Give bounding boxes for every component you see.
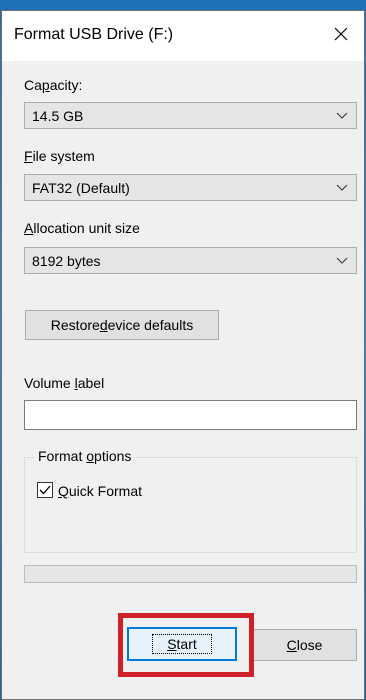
capacity-label: Capacity: [24, 77, 83, 93]
allocation-unit-label: Allocation unit size [24, 220, 140, 236]
close-icon [334, 27, 348, 41]
allocation-unit-dropdown[interactable]: 8192 bytes [24, 247, 357, 274]
volume-label-input[interactable] [24, 400, 357, 430]
capacity-dropdown[interactable]: 14.5 GB [24, 102, 357, 129]
title-bar: Format USB Drive (F:) [2, 11, 364, 61]
format-progress-bar [24, 565, 357, 583]
file-system-label: File system [24, 148, 95, 164]
quick-format-checkbox[interactable] [37, 482, 53, 498]
close-button[interactable]: Close [252, 629, 357, 661]
restore-device-defaults-button[interactable]: Restore d evice defaults [25, 310, 219, 340]
window-title: Format USB Drive (F:) [14, 26, 174, 43]
quick-format-label[interactable]: Quick Format [58, 483, 142, 499]
format-dialog: Format USB Drive (F:) Capacity: 14.5 GB … [1, 10, 365, 700]
checkmark-icon [39, 485, 51, 495]
close-window-button[interactable] [318, 11, 364, 57]
file-system-dropdown[interactable]: FAT32 (Default) [24, 174, 357, 201]
capacity-value: 14.5 GB [32, 108, 84, 124]
chevron-down-icon [336, 112, 348, 119]
highlight-annotation [118, 613, 254, 677]
allocation-unit-value: 8192 bytes [32, 253, 101, 269]
format-options-title: Format options [34, 448, 136, 464]
chevron-down-icon [336, 184, 348, 191]
format-options-group [24, 457, 357, 553]
chevron-down-icon [336, 257, 348, 264]
file-system-value: FAT32 (Default) [32, 180, 130, 196]
volume-label-label: Volume label [24, 375, 105, 391]
